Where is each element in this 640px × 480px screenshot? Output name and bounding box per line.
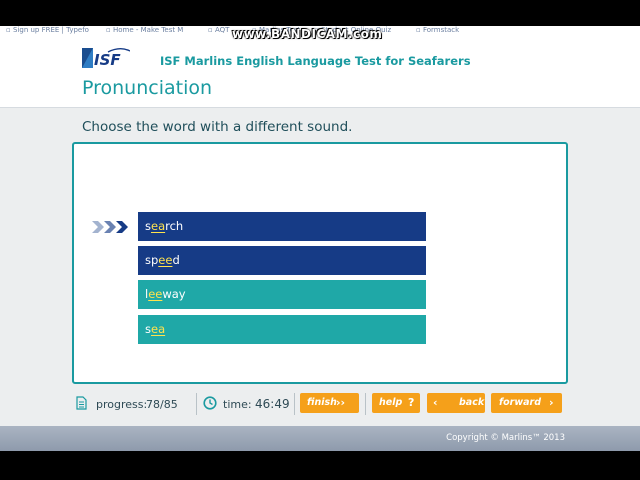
progress-value: 78/85 [146, 398, 178, 411]
svg-text:ISF: ISF [94, 51, 121, 69]
isf-logo: ISF [82, 48, 130, 69]
back-button[interactable]: ‹ back [427, 393, 485, 413]
question-prompt: Choose the word with a different sound. [82, 119, 353, 135]
bookmark-item[interactable]: ▫ Formstack [416, 26, 459, 34]
app-title: ISF Marlins English Language Test for Se… [160, 54, 471, 68]
recorder-watermark: www.BANDICAM.com [232, 27, 383, 41]
help-button[interactable]: help ? [372, 393, 420, 413]
document-icon [76, 396, 87, 410]
recording-letterbox-top [0, 0, 640, 26]
answer-option-search[interactable]: search [138, 212, 426, 241]
question-mark-icon: ? [408, 396, 415, 409]
bookmark-item[interactable]: ▫ Home - Make Test M [106, 26, 183, 34]
double-chevron-right-icon: ›› [336, 396, 346, 409]
answer-option-sea[interactable]: sea [138, 315, 426, 344]
page-footer: Copyright © Marlins™ 2013 [0, 426, 640, 451]
clock-icon [203, 396, 217, 410]
chevron-left-icon: ‹ [433, 396, 438, 409]
recording-letterbox-bottom [0, 451, 640, 480]
progress-label: progress: [96, 398, 148, 411]
page-title: Pronunciation [82, 77, 213, 99]
finish-button[interactable]: finish ›› [300, 393, 359, 413]
question-area: Choose the word with a different sound. … [0, 108, 640, 426]
bookmark-item[interactable]: ▫ Sign up FREE | Typefo [6, 26, 89, 34]
answer-card: search speed leeway sea [72, 142, 568, 384]
answer-option-speed[interactable]: speed [138, 246, 426, 275]
page-header: ISF ISF Marlins English Language Test fo… [0, 37, 640, 108]
chevron-right-icon: › [549, 396, 554, 409]
toolbar-divider [294, 393, 295, 415]
forward-button[interactable]: forward › [491, 393, 562, 413]
time-label: time: [223, 398, 252, 411]
test-toolbar: progress: 78/85 time: 46:49 finish ›› he… [0, 393, 640, 417]
triple-chevron-pointer-icon [92, 221, 128, 233]
toolbar-divider [196, 393, 197, 415]
copyright-text: Copyright © Marlins™ 2013 [446, 433, 565, 443]
answer-option-leeway[interactable]: leeway [138, 280, 426, 309]
bookmark-item[interactable]: ▫ AQT [208, 26, 229, 34]
toolbar-divider [365, 393, 366, 415]
time-value: 46:49 [255, 397, 290, 411]
